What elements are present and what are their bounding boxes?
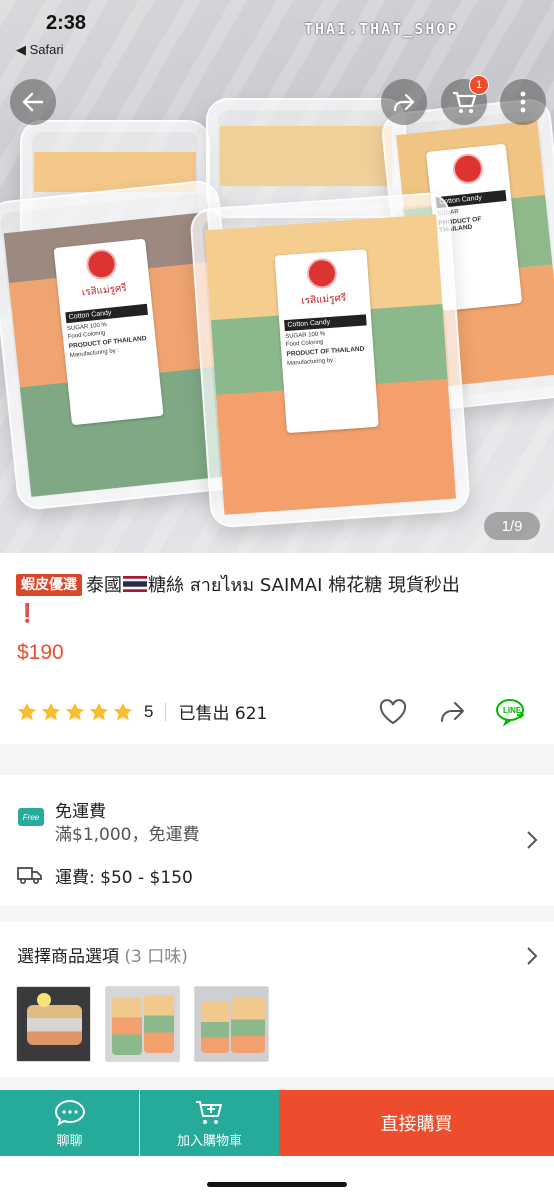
cart-button[interactable]: 1 [441, 75, 489, 125]
add-to-cart-label: 加入購物車 [176, 1133, 242, 1149]
star-icon [41, 702, 61, 720]
home-indicator-area [0, 1156, 554, 1200]
rating-value: 5 [144, 701, 154, 721]
share-button-top[interactable] [381, 79, 427, 125]
variant-count: (3 口味) [124, 947, 188, 967]
cart-count-badge: 1 [469, 75, 489, 95]
shipping-section[interactable]: Free 免運費 滿$1,000，免運費 運費: $50 - $150 [0, 775, 554, 906]
product-page: Cotton Candy SUGAR PRODUCT OF THAILAND เ… [0, 0, 554, 1200]
chevron-right-icon [527, 831, 538, 849]
label-brand: เรสิแม่รูศรี [81, 282, 128, 299]
free-shipping-condition: 滿$1,000，免運費 [55, 825, 200, 845]
divider [165, 702, 167, 721]
product-title: 蝦皮優選 泰國 糖絲 สายไหม SAIMAI 棉花糖 現貨秒出 ❗ [16, 572, 540, 628]
add-to-cart-button[interactable]: 加入購物車 [140, 1090, 279, 1156]
status-time: 2:38 [46, 12, 87, 34]
thai-flag-icon [123, 576, 147, 592]
thumb-pack [231, 997, 265, 1053]
star-icon [65, 702, 85, 720]
shipping-fee: 運費: $50 - $150 [55, 868, 193, 888]
variant-thumbnail[interactable] [16, 986, 91, 1062]
variant-thumbnail[interactable] [194, 986, 269, 1062]
more-vertical-icon [520, 91, 526, 113]
home-indicator[interactable] [207, 1182, 347, 1187]
line-share-button[interactable]: LINE [494, 695, 528, 729]
thumb-pack [112, 997, 142, 1055]
label-brand: เรสิแม่รูศรี [300, 292, 347, 307]
svg-text:LINE: LINE [503, 706, 522, 715]
product-label: เรสิแม่รูศรี Cotton Candy SUGAR 100 % Fo… [53, 238, 164, 426]
free-shipping-icon: Free [18, 808, 44, 826]
product-price: $190 [17, 641, 64, 664]
variant-title-label: 選擇商品選項 [17, 947, 119, 967]
product-image-carousel[interactable]: Cotton Candy SUGAR PRODUCT OF THAILAND เ… [0, 0, 554, 553]
variant-section[interactable]: 選擇商品選項 (3 口味) [0, 922, 554, 1077]
brand-seal-icon [451, 152, 485, 186]
product-pack-center: เรสิแม่รูศรี Cotton Candy SUGAR 100 % Fo… [189, 191, 471, 529]
image-counter: 1/9 [484, 512, 540, 540]
preferred-badge: 蝦皮優選 [16, 574, 82, 596]
star-icon [17, 702, 37, 720]
share-button[interactable] [435, 695, 469, 729]
product-label: เรสิแม่รูศรี Cotton Candy SUGAR 100 % Fo… [274, 249, 379, 434]
variant-thumbnail[interactable] [105, 986, 180, 1062]
product-info-section: 蝦皮優選 泰國 糖絲 สายไหม SAIMAI 棉花糖 現貨秒出 ❗ $190 5 … [0, 553, 554, 744]
back-to-app-link[interactable]: ◀ Safari [16, 42, 64, 58]
share-icon [393, 93, 415, 112]
chat-label: 聊聊 [56, 1133, 83, 1149]
flower-decoration [37, 993, 51, 1007]
favorite-button[interactable] [376, 695, 410, 729]
product-title-part: 糖絲 สายไหม SAIMAI 棉花糖 現貨秒出 [148, 575, 460, 596]
free-shipping-title: 免運費 [55, 802, 106, 822]
arrow-left-icon [22, 92, 44, 112]
brand-seal-icon [305, 257, 338, 290]
truck-icon [17, 867, 42, 885]
rating-stars [16, 701, 134, 723]
heart-icon [379, 699, 407, 725]
add-to-cart-icon [195, 1100, 222, 1124]
buy-now-button[interactable]: 直接購買 [279, 1090, 554, 1156]
rating-row: 5 已售出 621 [16, 699, 267, 724]
more-options-button[interactable] [500, 79, 546, 125]
star-icon [113, 702, 133, 720]
back-button[interactable] [10, 79, 56, 125]
exclamation-icon: ❗ [16, 603, 39, 624]
variant-title: 選擇商品選項 (3 口味) [17, 942, 188, 967]
thumb-pack [201, 1001, 229, 1053]
product-title-part: 泰國 [86, 575, 122, 596]
star-icon [89, 702, 109, 720]
chat-button[interactable]: 聊聊 [0, 1090, 139, 1156]
bottom-action-bar: 聊聊 加入購物車 直接購買 [0, 1090, 554, 1156]
thumb-pack [27, 1005, 82, 1045]
brand-seal-icon [84, 247, 118, 281]
thumb-pack [144, 995, 174, 1053]
line-app-icon: LINE [496, 699, 525, 727]
shop-watermark: THAI.THAT_SHOP [304, 20, 459, 38]
sold-count: 已售出 621 [178, 704, 268, 724]
chat-icon [54, 1099, 85, 1126]
share-icon [441, 702, 464, 722]
chevron-right-icon [527, 947, 538, 965]
